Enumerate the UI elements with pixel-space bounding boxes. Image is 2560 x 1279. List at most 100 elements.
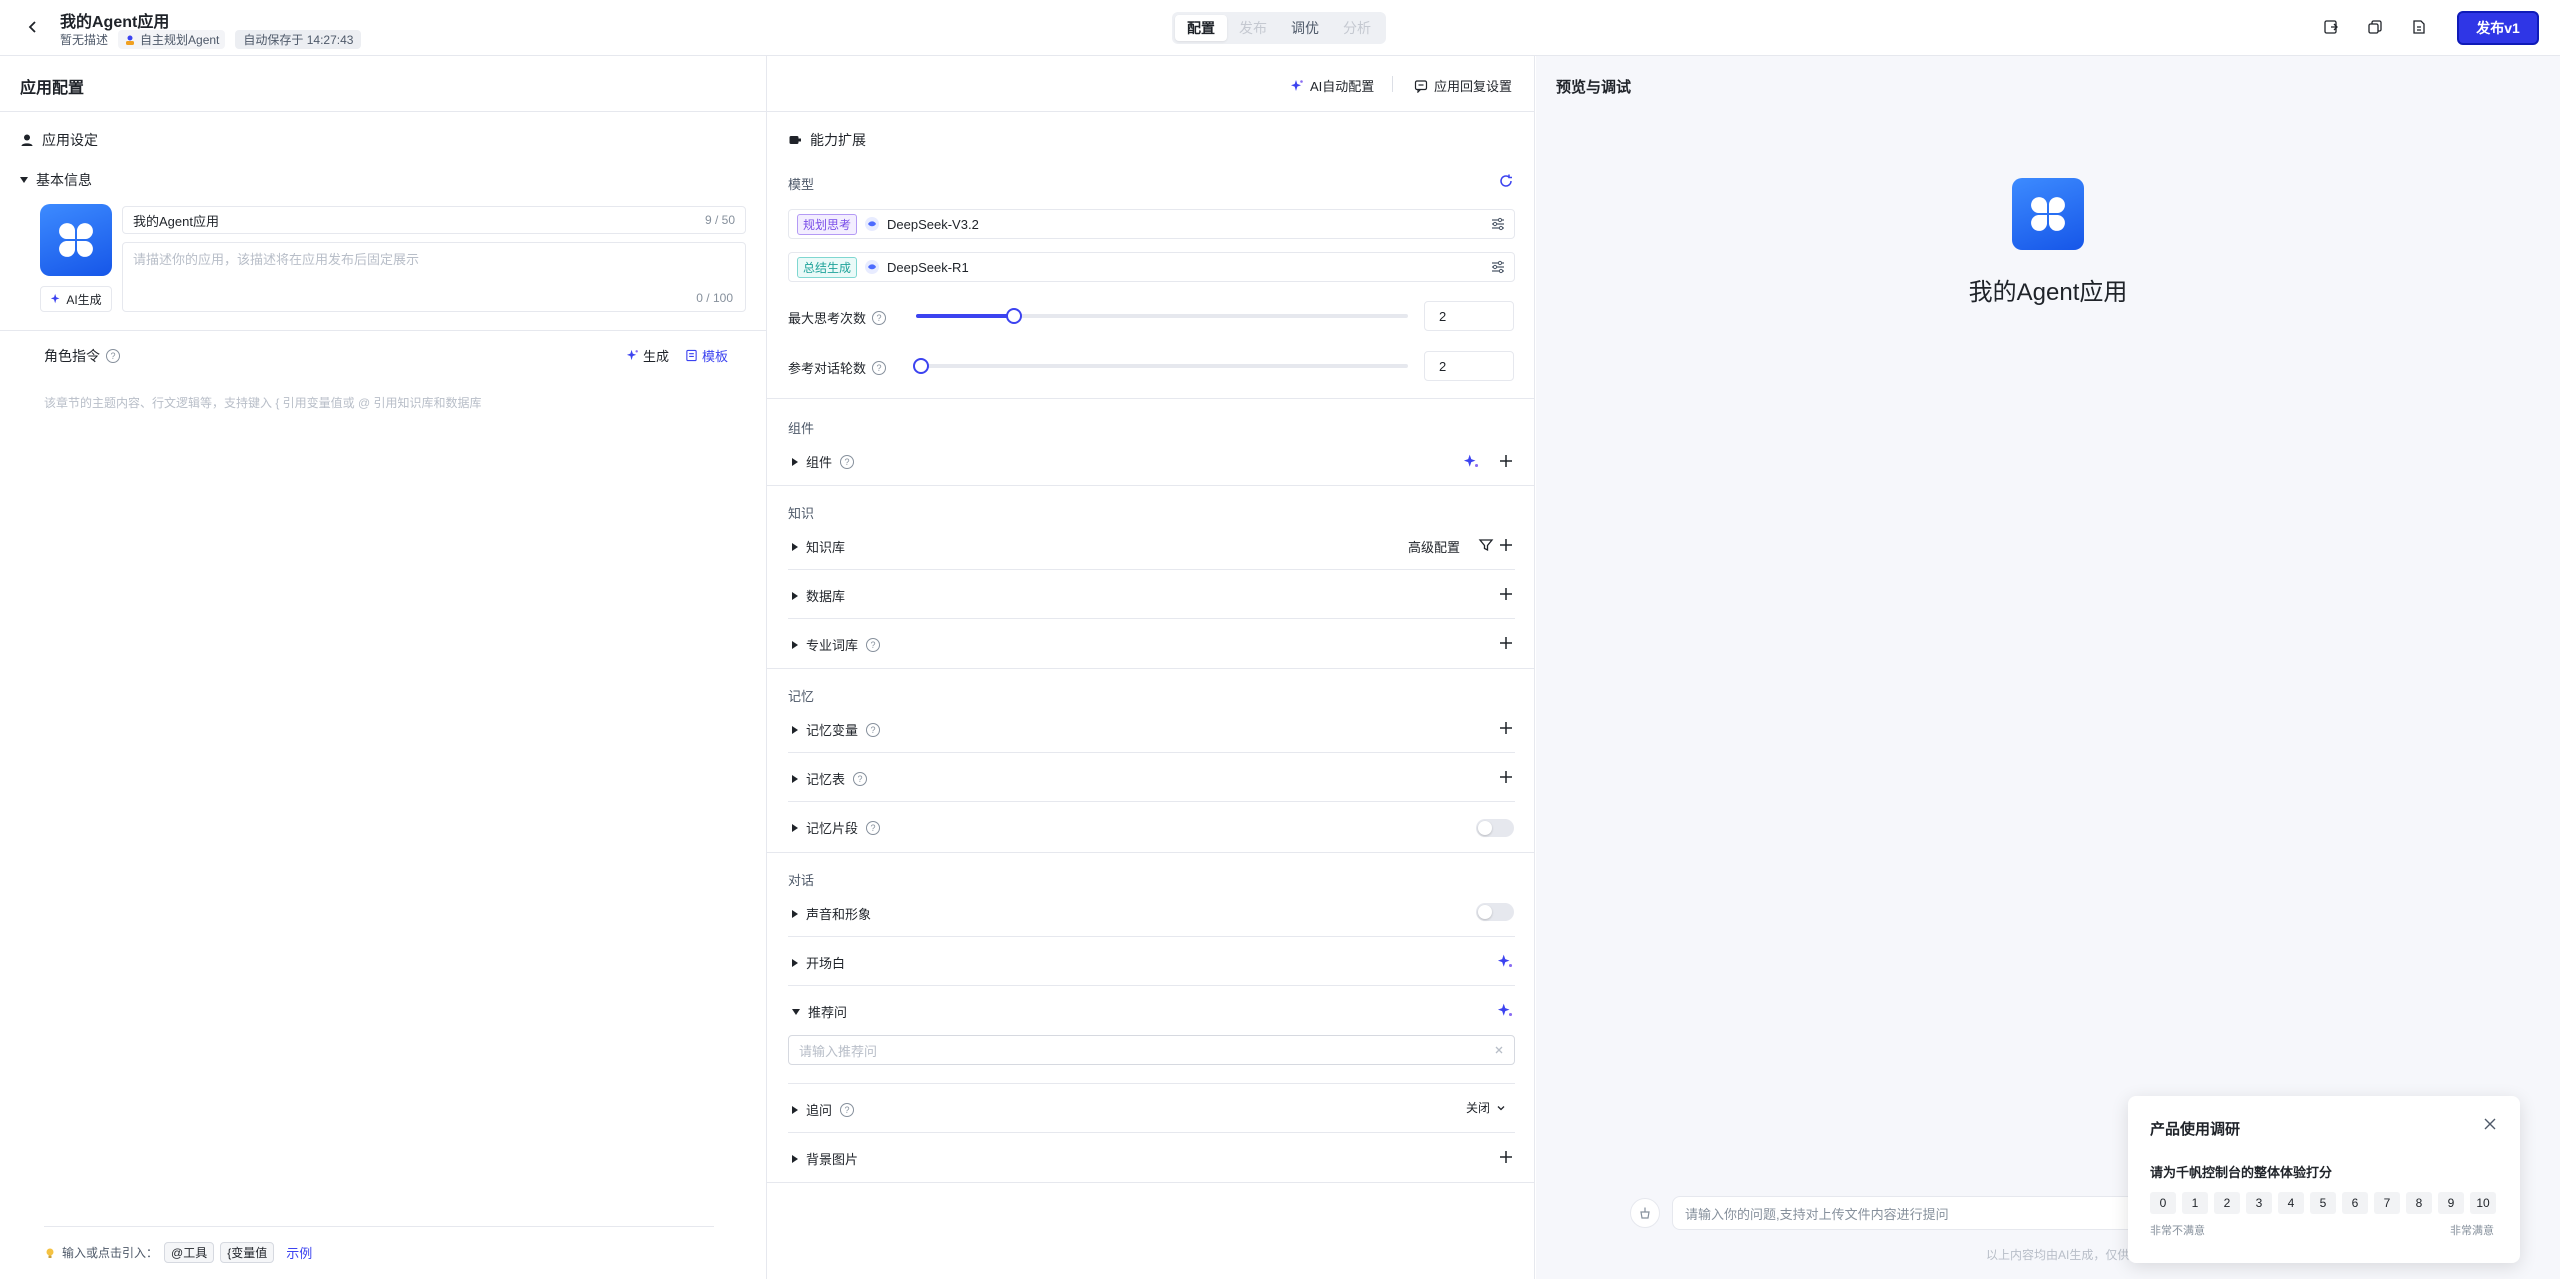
copy-icon[interactable] [2364,16,2386,38]
background-toggle[interactable]: 背景图片 [792,1149,858,1168]
caret-right-icon [792,725,798,734]
components-group-label: 组件 [788,421,815,436]
ref-rounds-slider[interactable] [912,358,1408,374]
example-link[interactable]: 示例 [286,1243,312,1262]
voice-toggle[interactable]: 声音和形象 [792,904,871,923]
followup-toggle[interactable]: 追问 ? [792,1100,855,1119]
capabilities-title: 能力扩展 [810,132,866,148]
survey-question: 请为千帆控制台的整体体验打分 [2150,1165,2333,1180]
publish-button[interactable]: 发布v1 [2457,11,2539,45]
knowledge-base-toggle[interactable]: 知识库 [792,537,845,556]
reply-settings-button[interactable]: 应用回复设置 [1414,76,1512,95]
settings-sliders-icon[interactable] [1490,216,1506,232]
clear-chat-button[interactable] [1630,1198,1660,1228]
memory-table-toggle[interactable]: 记忆表 ? [792,769,868,788]
refresh-icon[interactable] [1498,173,1516,191]
score-option[interactable]: 1 [2182,1192,2208,1214]
memory-vars-toggle[interactable]: 记忆变量 ? [792,720,881,739]
ai-auto-config-button[interactable]: AI自动配置 [1290,76,1374,95]
tab-analysis[interactable]: 分析 [1331,15,1383,41]
ref-rounds-number-input[interactable]: 2 [1424,351,1514,381]
followup-select[interactable]: 关闭 [1466,1099,1506,1116]
settings-sliders-icon[interactable] [1490,259,1506,275]
document-icon[interactable] [2408,16,2430,38]
user-icon [21,134,33,146]
planning-model-select[interactable]: 规划思考 DeepSeek-V3.2 [788,209,1515,239]
help-icon[interactable]: ? [872,310,887,325]
app-description-input[interactable]: 请描述你的应用，该描述将在应用发布后固定展示 0 / 100 [122,242,746,312]
advanced-config-button[interactable]: 高级配置 [1408,537,1460,556]
chat-input[interactable]: 请输入你的问题,支持对上传文件内容进行提问 [1672,1196,2132,1230]
role-instruction-editor[interactable]: 该章节的主题内容、行文逻辑等，支持键入 { 引用变量值或 @ 引用知识库和数据库 [44,394,482,411]
tab-publish[interactable]: 发布 [1227,15,1279,41]
database-toggle[interactable]: 数据库 [792,586,845,605]
max-think-slider[interactable] [916,308,1408,324]
score-option[interactable]: 6 [2342,1192,2368,1214]
caret-down-icon [792,1008,800,1015]
summary-model-select[interactable]: 总结生成 DeepSeek-R1 [788,252,1515,282]
opening-toggle[interactable]: 开场白 [792,953,845,972]
score-option[interactable]: 10 [2470,1192,2496,1214]
agent-type-label: 自主规划Agent [140,33,220,47]
memory-snippet-switch[interactable] [1476,819,1514,837]
add-knowledge-base-icon[interactable] [1498,537,1514,553]
slider-handle[interactable] [912,358,929,374]
score-option[interactable]: 7 [2374,1192,2400,1214]
help-icon[interactable]: ? [853,771,868,786]
insert-variable-chip[interactable]: {变量值 [220,1242,275,1263]
knowledge-base-label: 知识库 [806,540,846,555]
score-option[interactable]: 0 [2150,1192,2176,1214]
add-component-icon[interactable] [1498,453,1514,469]
help-icon[interactable]: ? [866,820,881,835]
help-icon[interactable]: ? [840,454,855,469]
glossary-toggle[interactable]: 专业词库 ? [792,635,881,654]
score-high-label: 非常满意 [2450,1225,2494,1237]
help-icon[interactable]: ? [106,349,120,363]
recommend-question-input[interactable]: 请输入推荐问 [788,1035,1515,1065]
app-avatar[interactable] [40,204,112,276]
recommend-toggle[interactable]: 推荐问 [792,1002,847,1021]
close-icon[interactable] [1494,1045,1504,1055]
back-arrow-icon[interactable] [22,16,44,38]
memory-snippet-toggle[interactable]: 记忆片段 ? [792,818,881,837]
filter-icon[interactable] [1478,537,1496,555]
max-think-number-input[interactable]: 2 [1424,301,1514,331]
knowledge-group-label: 知识 [788,506,815,521]
add-memory-var-icon[interactable] [1498,720,1514,736]
ai-generate-avatar-button[interactable]: AI生成 [40,286,112,312]
insert-tool-chip[interactable]: @工具 [164,1242,215,1263]
app-name-input[interactable]: 我的Agent应用 9 / 50 [122,206,746,234]
add-background-icon[interactable] [1498,1149,1514,1165]
role-template-button[interactable]: 模板 [685,346,728,365]
basic-info-toggle[interactable]: 基本信息 [20,170,92,190]
ai-sparkle-icon[interactable] [1496,1001,1514,1019]
help-icon[interactable]: ? [872,360,887,375]
help-icon[interactable]: ? [840,1102,855,1117]
add-glossary-icon[interactable] [1498,635,1514,651]
close-icon[interactable] [2482,1116,2498,1132]
score-option[interactable]: 4 [2278,1192,2304,1214]
score-option[interactable]: 3 [2246,1192,2272,1214]
help-icon[interactable]: ? [866,637,881,652]
divider [767,668,1535,669]
score-option[interactable]: 8 [2406,1192,2432,1214]
tab-tune[interactable]: 调优 [1279,15,1331,41]
role-generate-button[interactable]: 生成 [626,346,669,365]
components-toggle[interactable]: 组件 ? [792,452,855,471]
ai-sparkle-icon[interactable] [1496,952,1514,970]
add-memory-table-icon[interactable] [1498,769,1514,785]
help-icon[interactable]: ? [866,722,881,737]
memory-vars-label: 记忆变量 [806,723,859,738]
recommend-placeholder: 请输入推荐问 [799,1043,878,1059]
score-option[interactable]: 5 [2310,1192,2336,1214]
export-icon[interactable] [2320,16,2342,38]
add-database-icon[interactable] [1498,586,1514,602]
preview-app-avatar [2012,178,2084,250]
score-option[interactable]: 9 [2438,1192,2464,1214]
ai-sparkle-icon[interactable] [1462,452,1480,470]
score-option[interactable]: 2 [2214,1192,2240,1214]
voice-switch[interactable] [1476,903,1514,921]
tab-config[interactable]: 配置 [1175,15,1227,41]
summary-model-name: DeepSeek-R1 [887,259,969,275]
insert-hint-text: 输入或点击引入： [62,1246,159,1260]
